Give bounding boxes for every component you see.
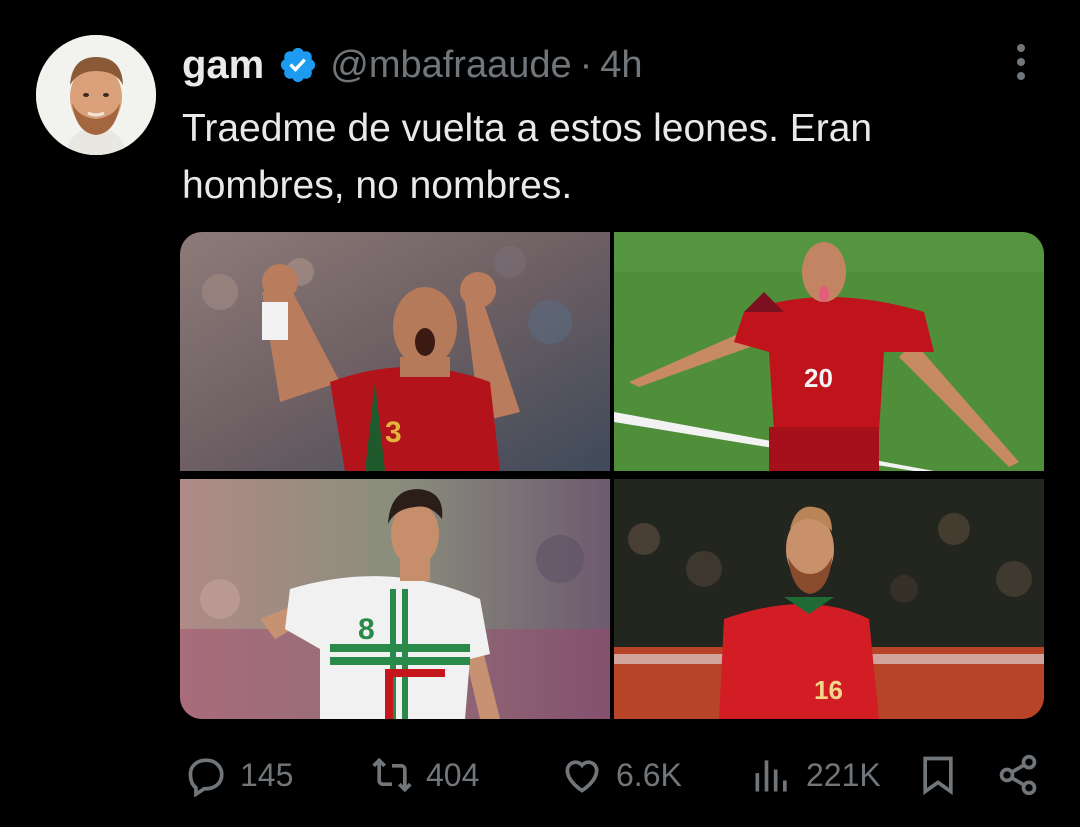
share-button[interactable] — [996, 750, 1040, 800]
action-bar: 145 404 6.6K 221K — [180, 750, 1044, 800]
reply-icon — [188, 758, 224, 797]
more-icon[interactable] — [1004, 40, 1038, 84]
views-button[interactable]: 221K — [750, 750, 881, 800]
reply-count: 145 — [240, 756, 294, 793]
tweet-header: gam @mbafraaude · 4h — [182, 40, 643, 90]
like-icon — [565, 760, 599, 793]
views-count: 221K — [806, 756, 881, 793]
svg-text:16: 16 — [814, 675, 843, 705]
like-button[interactable]: 6.6K — [560, 750, 682, 800]
avatar[interactable] — [36, 35, 156, 155]
avatar-bearded-man-icon — [36, 35, 156, 155]
like-count: 6.6K — [616, 756, 682, 793]
author-handle[interactable]: @mbafraaude — [330, 44, 571, 87]
verified-badge-icon — [281, 47, 316, 83]
repost-count: 404 — [426, 756, 480, 793]
bookmark-button[interactable] — [916, 750, 960, 800]
repost-icon — [372, 757, 412, 793]
share-icon — [999, 754, 1037, 796]
bookmark-icon — [923, 756, 953, 796]
reply-button[interactable]: 145 — [184, 750, 293, 800]
repost-button[interactable]: 404 — [370, 750, 479, 800]
author-name[interactable]: gam — [182, 43, 264, 88]
tweet-text: Traedme de vuelta a estos leones. Eran h… — [182, 107, 873, 207]
media-photo-3[interactable]: 8 — [180, 479, 610, 719]
media-grid: 3 20 8 16 — [180, 232, 1044, 719]
svg-text:8: 8 — [358, 613, 375, 646]
views-icon — [755, 760, 787, 792]
timestamp[interactable]: 4h — [600, 44, 642, 87]
media-photo-4[interactable]: 16 — [614, 479, 1044, 719]
svg-text:20: 20 — [804, 363, 833, 393]
media-photo-2[interactable]: 20 — [614, 232, 1044, 471]
media-photo-1[interactable]: 3 — [180, 232, 610, 471]
separator-dot: · — [579, 43, 593, 86]
svg-text:3: 3 — [385, 416, 402, 449]
